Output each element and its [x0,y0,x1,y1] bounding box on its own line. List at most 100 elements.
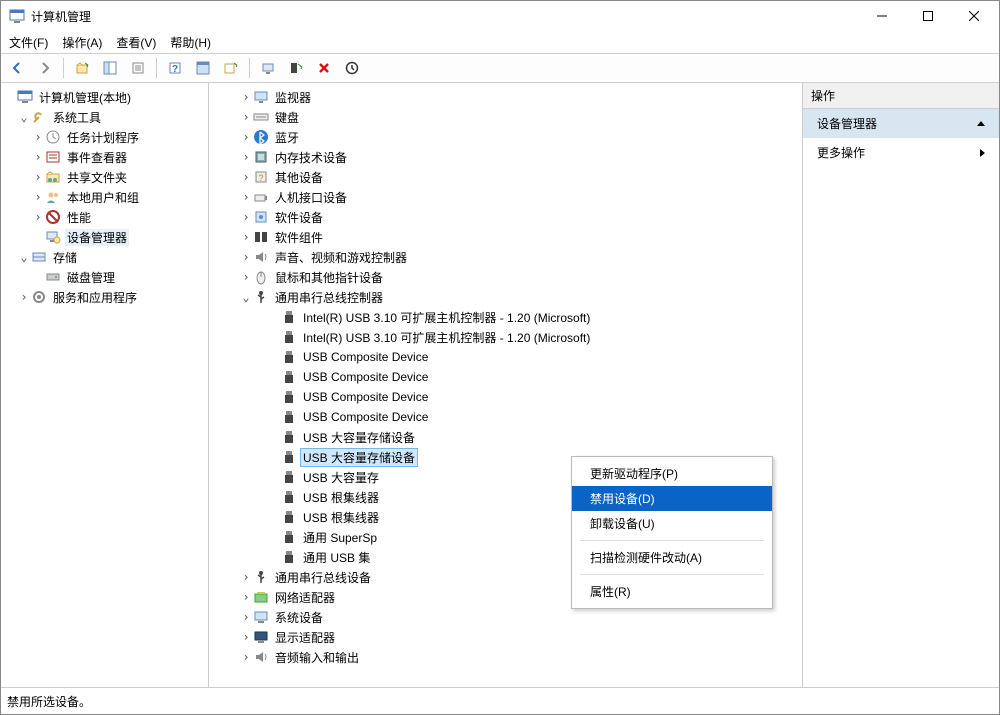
tree-local-users[interactable]: 本地用户和组 [65,189,141,206]
menu-view[interactable]: 查看(V) [116,34,156,51]
actions-more[interactable]: 更多操作 [803,138,999,167]
menu-help[interactable]: 帮助(H) [170,34,211,51]
show-hide-tree-button[interactable] [98,56,122,80]
ctx-disable-device[interactable]: 禁用设备(D) [572,486,772,511]
toolbar-button-6[interactable] [191,56,215,80]
sys-icon [253,609,269,625]
expand-icon[interactable]: › [31,131,45,143]
usb-device-3[interactable]: ›USB Composite Device [211,367,800,387]
tree-performance[interactable]: 性能 [65,209,93,226]
maximize-button[interactable] [905,1,951,31]
close-button[interactable] [951,1,997,31]
back-button[interactable] [5,56,29,80]
other-icon: ? [253,169,269,185]
expand-icon[interactable]: › [31,211,45,223]
expand-icon[interactable]: › [239,191,253,203]
usb-icon [253,289,269,305]
expand-icon[interactable]: › [239,651,253,663]
category-usb-controllers[interactable]: ⌄通用串行总线控制器 [211,287,800,307]
expand-icon[interactable]: › [239,631,253,643]
expand-icon[interactable]: › [17,291,31,303]
ctx-properties[interactable]: 属性(R) [572,579,772,604]
category-display[interactable]: ›显示适配器 [211,627,800,647]
usb-device-2[interactable]: ›USB Composite Device [211,347,800,367]
ctx-update-driver[interactable]: 更新驱动程序(P) [572,461,772,486]
expand-icon[interactable]: › [239,271,253,283]
help-button[interactable]: ? [163,56,187,80]
up-button[interactable] [70,56,94,80]
usb-device-6[interactable]: ›USB 大容量存储设备 [211,427,800,447]
menubar: 文件(F) 操作(A) 查看(V) 帮助(H) [1,31,999,53]
expand-icon[interactable]: › [239,611,253,623]
tree-disk-management[interactable]: 磁盘管理 [65,269,117,286]
storage-icon [31,249,47,265]
category-monitor[interactable]: ›监视器 [211,87,800,107]
expand-icon[interactable]: ⌄ [239,291,253,303]
expand-icon[interactable]: › [31,171,45,183]
actions-device-manager[interactable]: 设备管理器 [803,109,999,138]
category-audio-game[interactable]: ›声音、视频和游戏控制器 [211,247,800,267]
expand-icon[interactable]: › [239,91,253,103]
usbdev-icon [281,349,297,365]
scan-hardware-button[interactable] [256,56,280,80]
category-audio-io[interactable]: ›音频输入和输出 [211,647,800,667]
tree-task-scheduler[interactable]: 任务计划程序 [65,129,141,146]
expand-icon[interactable]: › [239,591,253,603]
enable-device-button[interactable] [284,56,308,80]
bluetooth-icon [253,129,269,145]
expand-icon[interactable]: › [239,131,253,143]
category-mouse[interactable]: ›鼠标和其他指针设备 [211,267,800,287]
category-keyboard[interactable]: ›键盘 [211,107,800,127]
forward-button[interactable] [33,56,57,80]
ctx-scan-hardware[interactable]: 扫描检测硬件改动(A) [572,545,772,570]
menu-file[interactable]: 文件(F) [9,34,48,51]
uninstall-device-button[interactable] [340,56,364,80]
mouse-icon [253,269,269,285]
expand-icon[interactable]: › [239,171,253,183]
expand-icon[interactable]: ⌄ [17,111,31,123]
svg-text:?: ? [172,64,178,75]
left-tree[interactable]: › 计算机管理(本地) ⌄ 系统工具 › 任务计划程序 › 事件查看器 › 共享文件夹 ›… [1,83,209,687]
usbdev-icon [281,509,297,525]
expand-icon[interactable]: › [239,151,253,163]
usb-device-0[interactable]: ›Intel(R) USB 3.10 可扩展主机控制器 - 1.20 (Micr… [211,307,800,327]
category-system[interactable]: ›系统设备 [211,607,800,627]
device-manager-icon [45,229,61,245]
toolbar-button-7[interactable] [219,56,243,80]
usbdev-icon [281,489,297,505]
tree-storage[interactable]: 存储 [51,249,79,266]
expand-icon[interactable]: › [31,151,45,163]
menu-action[interactable]: 操作(A) [62,34,102,51]
tree-shared-folders[interactable]: 共享文件夹 [65,169,129,186]
ctx-uninstall-device[interactable]: 卸载设备(U) [572,511,772,536]
tree-root[interactable]: 计算机管理(本地) [37,89,133,106]
tree-system-tools[interactable]: 系统工具 [51,109,103,126]
usb-device-5[interactable]: ›USB Composite Device [211,407,800,427]
properties-toolbar-button[interactable] [126,56,150,80]
usb-device-1[interactable]: ›Intel(R) USB 3.10 可扩展主机控制器 - 1.20 (Micr… [211,327,800,347]
tree-device-manager[interactable]: 设备管理器 [65,229,129,246]
device-tree[interactable]: ›监视器›键盘›蓝牙›内存技术设备›?其他设备›人机接口设备›软件设备›软件组件… [209,83,803,687]
hid-icon [253,189,269,205]
category-memory[interactable]: ›内存技术设备 [211,147,800,167]
expand-icon[interactable]: › [239,231,253,243]
tree-services-apps[interactable]: 服务和应用程序 [51,289,139,306]
expand-icon[interactable]: › [239,571,253,583]
expand-icon[interactable]: ⌄ [17,251,31,263]
category-software[interactable]: ›软件设备 [211,207,800,227]
titlebar: 计算机管理 [1,1,999,31]
category-bluetooth[interactable]: ›蓝牙 [211,127,800,147]
minimize-button[interactable] [859,1,905,31]
category-hid[interactable]: ›人机接口设备 [211,187,800,207]
category-other[interactable]: ›?其他设备 [211,167,800,187]
tree-event-viewer[interactable]: 事件查看器 [65,149,129,166]
tools-icon [31,109,47,125]
expand-icon[interactable]: › [239,251,253,263]
expand-icon[interactable]: › [31,191,45,203]
usb-device-4[interactable]: ›USB Composite Device [211,387,800,407]
disable-device-button[interactable] [312,56,336,80]
content: › 计算机管理(本地) ⌄ 系统工具 › 任务计划程序 › 事件查看器 › 共享文件夹 ›… [1,83,999,687]
expand-icon[interactable]: › [239,111,253,123]
expand-icon[interactable]: › [239,211,253,223]
category-components[interactable]: ›软件组件 [211,227,800,247]
